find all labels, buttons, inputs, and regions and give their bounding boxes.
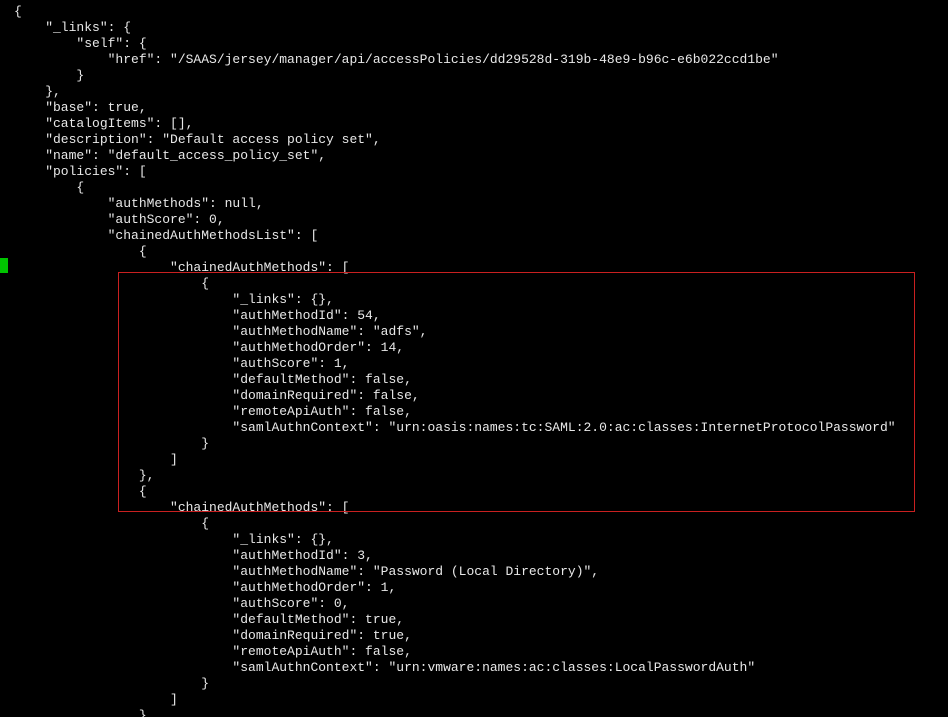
- terminal-output: { "_links": { "self": { "href": "/SAAS/j…: [0, 4, 948, 717]
- terminal-line: "_links": {: [0, 20, 948, 36]
- terminal-line: "authMethods": null,: [0, 196, 948, 212]
- terminal-line: "authMethodName": "adfs",: [0, 324, 948, 340]
- terminal-line: "chainedAuthMethods": [: [0, 260, 948, 276]
- terminal-line: "name": "default_access_policy_set",: [0, 148, 948, 164]
- terminal-line: {: [0, 180, 948, 196]
- terminal-line: "samlAuthnContext": "urn:oasis:names:tc:…: [0, 420, 948, 436]
- terminal-line: {: [0, 516, 948, 532]
- terminal-screen[interactable]: { "_links": { "self": { "href": "/SAAS/j…: [0, 0, 948, 717]
- terminal-line: "domainRequired": false,: [0, 388, 948, 404]
- terminal-line: },: [0, 468, 948, 484]
- terminal-line: }: [0, 436, 948, 452]
- terminal-line: "chainedAuthMethodsList": [: [0, 228, 948, 244]
- terminal-line: "defaultMethod": true,: [0, 612, 948, 628]
- terminal-line: "authMethodOrder": 1,: [0, 580, 948, 596]
- terminal-line: "self": {: [0, 36, 948, 52]
- terminal-line: "_links": {},: [0, 532, 948, 548]
- terminal-line: "remoteApiAuth": false,: [0, 644, 948, 660]
- terminal-line: "chainedAuthMethods": [: [0, 500, 948, 516]
- terminal-line: "href": "/SAAS/jersey/manager/api/access…: [0, 52, 948, 68]
- terminal-line: "_links": {},: [0, 292, 948, 308]
- terminal-line: },: [0, 708, 948, 717]
- terminal-line: "catalogItems": [],: [0, 116, 948, 132]
- terminal-line: "authScore": 1,: [0, 356, 948, 372]
- terminal-line: ]: [0, 452, 948, 468]
- terminal-line: "base": true,: [0, 100, 948, 116]
- terminal-line: {: [0, 276, 948, 292]
- terminal-line: ]: [0, 692, 948, 708]
- terminal-line: "authScore": 0,: [0, 596, 948, 612]
- terminal-line: }: [0, 68, 948, 84]
- terminal-line: }: [0, 676, 948, 692]
- terminal-cursor: [0, 258, 8, 273]
- terminal-line: "authScore": 0,: [0, 212, 948, 228]
- terminal-line: {: [0, 4, 948, 20]
- terminal-line: "authMethodId": 3,: [0, 548, 948, 564]
- terminal-line: "defaultMethod": false,: [0, 372, 948, 388]
- terminal-line: {: [0, 484, 948, 500]
- terminal-line: "policies": [: [0, 164, 948, 180]
- terminal-line: "remoteApiAuth": false,: [0, 404, 948, 420]
- terminal-line: "authMethodId": 54,: [0, 308, 948, 324]
- terminal-line: },: [0, 84, 948, 100]
- terminal-line: "samlAuthnContext": "urn:vmware:names:ac…: [0, 660, 948, 676]
- terminal-line: "authMethodOrder": 14,: [0, 340, 948, 356]
- terminal-line: {: [0, 244, 948, 260]
- terminal-line: "authMethodName": "Password (Local Direc…: [0, 564, 948, 580]
- terminal-line: "description": "Default access policy se…: [0, 132, 948, 148]
- terminal-line: "domainRequired": true,: [0, 628, 948, 644]
